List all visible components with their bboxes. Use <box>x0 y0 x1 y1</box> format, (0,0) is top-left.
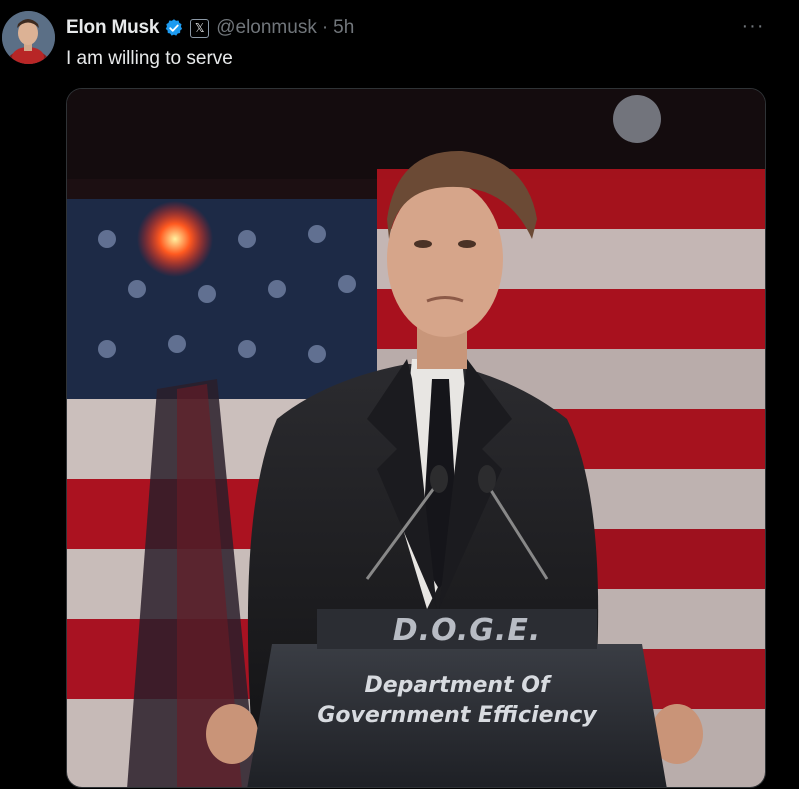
podium-sign-line-1: Department Of <box>364 673 550 698</box>
podium-sign-line-2: Government Efficiency <box>317 703 597 728</box>
x-logo-icon[interactable]: 𝕏 <box>190 18 210 38</box>
verified-badge-icon[interactable] <box>164 18 184 38</box>
timestamp[interactable]: 5h <box>333 17 354 39</box>
tweet-text: I am willing to serve <box>66 48 233 69</box>
author-name[interactable]: Elon Musk <box>66 17 159 39</box>
podium-sign-title: D.O.G.E. <box>392 613 542 648</box>
tweet: Elon Musk 𝕏 @elonmusk · 5h ··· I am will… <box>0 0 799 789</box>
tweet-image[interactable]: D.O.G.E. Department Of Government Effici… <box>66 88 766 788</box>
separator: · <box>321 17 329 38</box>
avatar[interactable] <box>2 11 55 64</box>
more-options-icon[interactable]: ··· <box>736 12 770 40</box>
author-handle[interactable]: @elonmusk <box>216 17 317 39</box>
tweet-header: Elon Musk 𝕏 @elonmusk · 5h <box>66 14 354 42</box>
